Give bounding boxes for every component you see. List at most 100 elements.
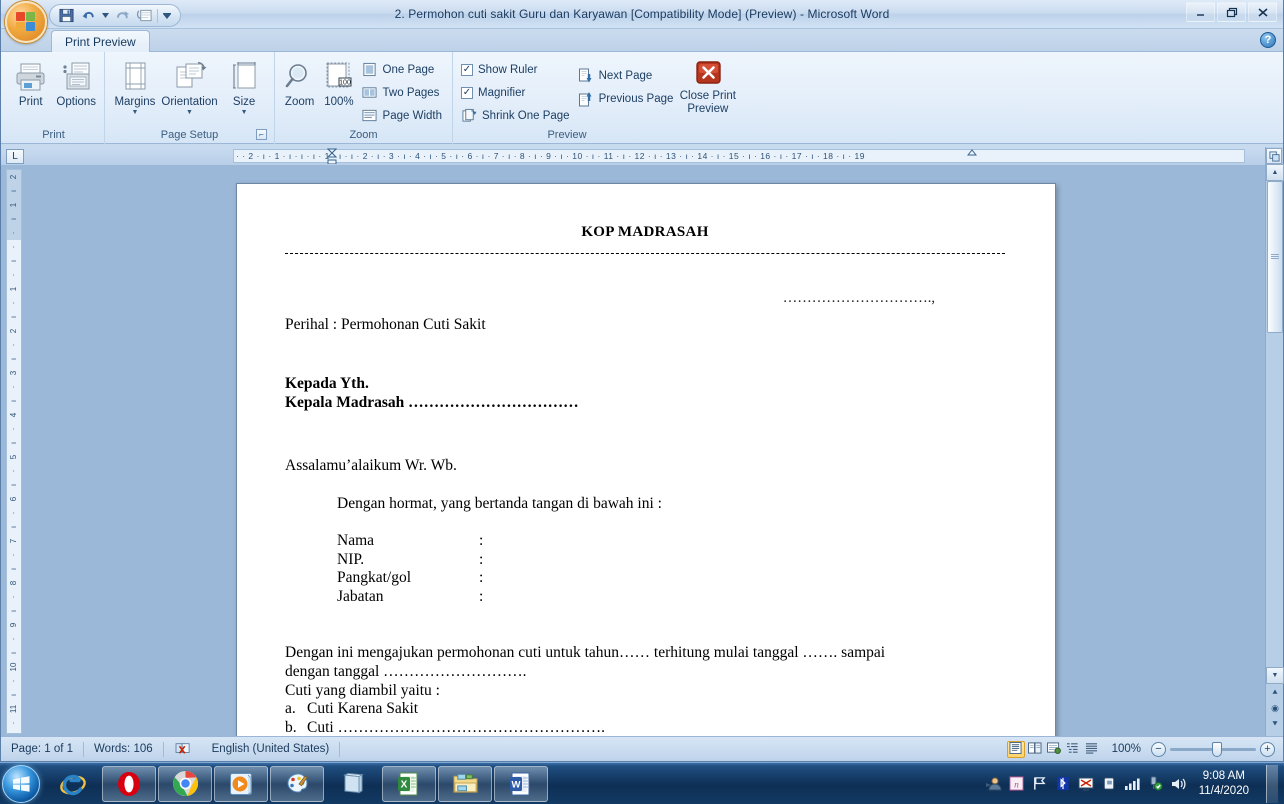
taskbar-item-internet-explorer[interactable] <box>46 766 100 802</box>
options-button[interactable]: Options <box>54 55 100 108</box>
zoom-level-label[interactable]: 100% <box>1108 743 1145 755</box>
size-button[interactable]: Size ▼ <box>219 55 269 116</box>
vertical-ruler-tick: 9 <box>9 622 18 628</box>
magnifier-checkbox[interactable]: ✓ Magnifier <box>458 82 575 103</box>
help-button[interactable]: ? <box>1260 32 1276 48</box>
previous-page-scroll-button[interactable]: ⯅ <box>1266 684 1284 700</box>
document-recipient-line-1: Kepada Yth. <box>285 375 369 392</box>
tray-usb-safe-icon[interactable] <box>1147 776 1163 792</box>
tray-app-icon[interactable]: n <box>1009 776 1025 792</box>
indent-marker-left[interactable] <box>326 148 338 165</box>
margins-button[interactable]: Margins ▼ <box>110 55 160 116</box>
save-button[interactable] <box>56 6 76 25</box>
next-page-button[interactable]: Next Page <box>575 65 680 86</box>
show-desktop-button[interactable] <box>1266 764 1278 803</box>
ribbon: Print Options Print Margins ▼ Orientatio… <box>1 52 1283 144</box>
status-language[interactable]: English (United States) <box>202 740 340 759</box>
excel-icon: X <box>398 772 418 795</box>
restore-button[interactable] <box>1217 2 1246 22</box>
show-ruler-checkbox[interactable]: ✓ Show Ruler <box>458 59 575 80</box>
shrink-one-page-button[interactable]: Shrink One Page <box>458 105 575 126</box>
clock[interactable]: 9:08 AM 11/4/2020 <box>1193 769 1255 799</box>
zoom-out-button[interactable]: − <box>1151 741 1166 757</box>
taskbar-item-opera[interactable] <box>102 765 156 802</box>
zoom-in-button[interactable]: + <box>1260 741 1275 757</box>
page-setup-dialog-launcher[interactable]: ⌐ <box>256 129 267 140</box>
office-logo-icon <box>16 12 36 32</box>
status-language-label: English (United States) <box>211 743 330 755</box>
tray-user-icon[interactable] <box>985 776 1002 792</box>
vertical-ruler[interactable]: 2 ı 1 ı · · ı · 1 · ı 2 · ı 3 · ı 4 · ı 5 · ı 6 · ı 7 · ı 8 · ı 9 · ı 10 · ı 1… <box>6 169 22 734</box>
start-button[interactable] <box>2 764 40 803</box>
horizontal-ruler-track[interactable]: · · 2 · ı · 1 · ı · ı · ı · 1 · ı · ı · … <box>233 149 1245 163</box>
print-preview-button[interactable] <box>134 6 154 25</box>
taskbar-item-chrome[interactable] <box>158 765 212 802</box>
outline-view-button[interactable] <box>1064 741 1082 758</box>
taskbar-item-paint[interactable] <box>270 765 324 802</box>
scroll-down-button[interactable]: ▼ <box>1266 667 1284 684</box>
checkbox-icon: ✓ <box>461 63 473 76</box>
options-button-label: Options <box>56 96 97 108</box>
zoom-slider[interactable]: − + <box>1151 741 1275 757</box>
redo-button[interactable] <box>112 6 132 25</box>
one-page-button[interactable]: One Page <box>359 59 447 80</box>
page-width-button[interactable]: Page Width <box>359 105 447 126</box>
select-browse-object-small[interactable]: ◉ <box>1266 700 1284 716</box>
next-page-scroll-button[interactable]: ⯆ <box>1266 716 1284 732</box>
tray-display-icon[interactable] <box>1078 776 1094 792</box>
zoom-button[interactable]: Zoom <box>280 55 319 108</box>
document-date-line: …………………………., <box>782 290 935 306</box>
vertical-scrollbar[interactable]: ▲ ▼ ⯅ ◉ ⯆ <box>1265 147 1284 736</box>
group-label-print: Print <box>42 129 65 141</box>
office-button[interactable] <box>5 1 47 43</box>
taskbar-item-media-player[interactable] <box>214 765 268 802</box>
zoom-100-button[interactable]: 100 100% <box>319 55 358 108</box>
two-pages-button[interactable]: Two Pages <box>359 82 447 103</box>
field-separator: : <box>479 550 484 568</box>
taskbar-item-excel[interactable]: X <box>382 765 436 802</box>
orientation-button[interactable]: Orientation ▼ <box>160 55 219 116</box>
print-button[interactable]: Print <box>8 55 54 108</box>
header-divider <box>285 253 1005 254</box>
full-screen-reading-view-button[interactable] <box>1026 741 1044 758</box>
tray-signal-icon[interactable] <box>1124 776 1140 792</box>
taskbar-item-notepad[interactable] <box>326 766 380 802</box>
zoom-slider-track[interactable] <box>1170 741 1256 757</box>
select-browse-object-button[interactable] <box>1266 148 1282 164</box>
document-body-line-2: dengan tanggal ………………………. <box>285 663 527 680</box>
draft-view-button[interactable] <box>1083 741 1101 758</box>
vertical-ruler-tick: 1 <box>7 198 21 212</box>
scroll-up-button[interactable]: ▲ <box>1266 164 1284 181</box>
status-page[interactable]: Page: 1 of 1 <box>1 740 83 759</box>
vertical-ruler-tick: · <box>9 469 18 473</box>
ribbon-tab-strip: Print Preview ? <box>1 29 1283 53</box>
svg-text:100: 100 <box>339 80 351 87</box>
tab-print-preview[interactable]: Print Preview <box>51 30 150 53</box>
taskbar-item-file-explorer[interactable] <box>438 765 492 802</box>
status-proofing[interactable] <box>164 740 202 759</box>
print-layout-view-button[interactable] <box>1006 740 1025 758</box>
close-print-preview-label-1: Close Print <box>679 90 736 102</box>
close-print-preview-button[interactable]: Close Print Preview <box>680 55 736 115</box>
tray-flag-icon[interactable] <box>1032 776 1048 792</box>
horizontal-ruler[interactable]: L · · 2 · ı · 1 · ı · ı · ı · 1 · ı · ı … <box>1 147 1265 165</box>
taskbar-item-word[interactable]: W <box>494 765 548 802</box>
zoom-button-label: Zoom <box>284 96 315 108</box>
zoom-slider-thumb[interactable] <box>1212 741 1222 757</box>
document-page[interactable]: KOP MADRASAH …………………………., Perihal : Perm… <box>236 183 1056 736</box>
undo-dropdown-button[interactable] <box>100 6 110 25</box>
web-layout-view-button[interactable] <box>1045 741 1063 758</box>
indent-marker-right[interactable] <box>966 148 978 164</box>
close-button[interactable] <box>1248 2 1277 22</box>
word-icon: W <box>510 772 530 795</box>
tab-selector-button[interactable]: L <box>6 149 24 164</box>
previous-page-button[interactable]: Previous Page <box>575 88 680 109</box>
tray-volume-icon[interactable] <box>1170 776 1186 792</box>
customize-qat-button[interactable] <box>161 6 173 25</box>
tray-device-icon[interactable] <box>1101 776 1117 792</box>
status-word-count[interactable]: Words: 106 <box>84 740 163 759</box>
undo-button[interactable] <box>78 6 98 25</box>
tray-bluetooth-icon[interactable] <box>1055 776 1071 792</box>
scrollbar-thumb[interactable] <box>1267 181 1283 333</box>
minimize-button[interactable] <box>1186 2 1215 22</box>
